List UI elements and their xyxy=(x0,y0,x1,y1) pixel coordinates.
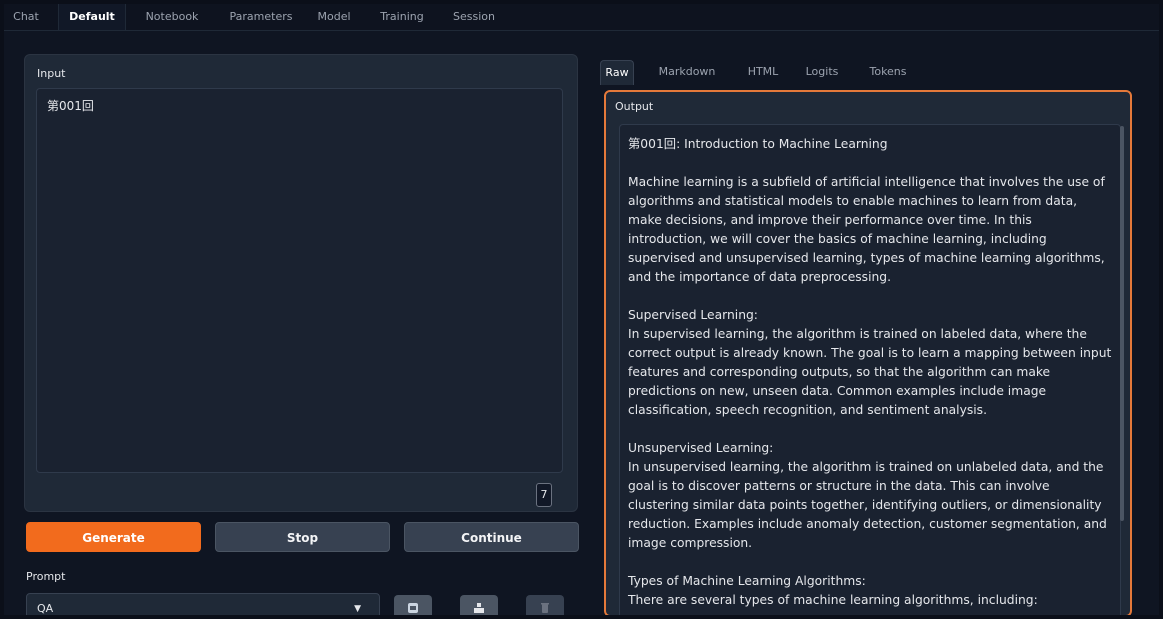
output-scrollbar[interactable] xyxy=(1120,126,1124,521)
output-title: 第001回: Introduction to Machine Learning xyxy=(628,137,888,151)
tab-logits[interactable]: Logits xyxy=(798,60,846,84)
tab-parameters[interactable]: Parameters xyxy=(220,4,302,30)
tab-session[interactable]: Session xyxy=(444,4,504,30)
output-label: Output xyxy=(615,100,654,113)
save-icon xyxy=(474,603,484,613)
output-paragraph: Machine learning is a subfield of artifi… xyxy=(628,175,1109,284)
top-tab-bar: Chat Default Notebook Parameters Model T… xyxy=(4,4,1159,31)
tab-markdown[interactable]: Markdown xyxy=(652,60,722,84)
trash-icon xyxy=(541,603,549,613)
input-label: Input xyxy=(37,67,66,80)
tab-chat[interactable]: Chat xyxy=(8,4,44,30)
tab-default[interactable]: Default xyxy=(58,4,126,30)
prompt-select[interactable]: QA ▼ xyxy=(26,593,380,615)
input-textarea[interactable]: 第001回 xyxy=(36,88,563,473)
chevron-down-icon: ▼ xyxy=(354,604,361,614)
input-panel: Input 第001回 xyxy=(24,54,578,512)
output-paragraph: Types of Machine Learning Algorithms: Th… xyxy=(628,574,1038,607)
tab-model[interactable]: Model xyxy=(310,4,358,30)
prompt-label: Prompt xyxy=(26,570,66,583)
delete-prompt-button[interactable] xyxy=(526,595,564,615)
tab-training[interactable]: Training xyxy=(372,4,432,30)
output-paragraph: Unsupervised Learning: In unsupervised l… xyxy=(628,441,1107,550)
output-paragraph: Supervised Learning: In supervised learn… xyxy=(628,308,1112,417)
stop-button[interactable]: Stop xyxy=(215,522,390,552)
tab-raw[interactable]: Raw xyxy=(600,60,634,85)
tab-notebook[interactable]: Notebook xyxy=(134,4,210,30)
tab-html[interactable]: HTML xyxy=(738,60,788,84)
output-textarea[interactable]: 第001回: Introduction to Machine Learning … xyxy=(619,124,1121,615)
generate-button[interactable]: Generate xyxy=(26,522,201,552)
save-prompt-button[interactable] xyxy=(460,595,498,615)
tab-tokens[interactable]: Tokens xyxy=(862,60,914,84)
refresh-icon xyxy=(408,603,418,613)
app-window: Chat Default Notebook Parameters Model T… xyxy=(4,4,1159,615)
output-panel: Output 第001回: Introduction to Machine Le… xyxy=(604,90,1132,615)
refresh-prompt-button[interactable] xyxy=(394,595,432,615)
token-counter: 7 xyxy=(536,483,552,507)
prompt-selected-value: QA xyxy=(37,602,54,615)
continue-button[interactable]: Continue xyxy=(404,522,579,552)
